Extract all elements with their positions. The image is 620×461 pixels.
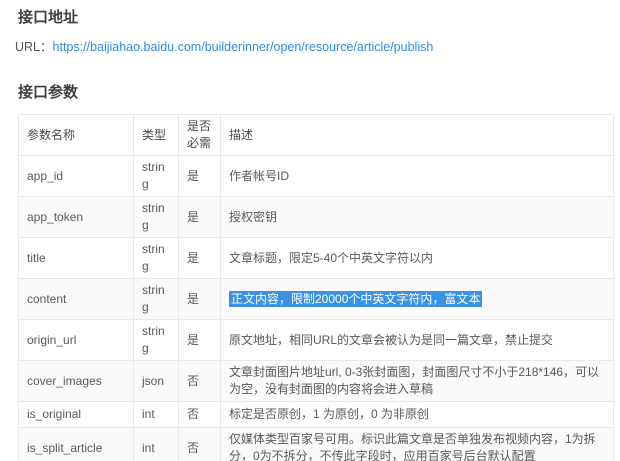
param-name: title: [19, 238, 134, 279]
api-doc-page: 接口地址 URL：https://baijiahao.baidu.com/bui…: [0, 0, 620, 461]
params-table: 参数名称 类型 是否必需 描述 app_id string 是 作者帐号ID a…: [18, 114, 614, 461]
table-row-origin-url: origin_url string 是 原文地址，相同URL的文章会被认为是同一…: [19, 320, 614, 361]
param-type: string: [134, 279, 179, 320]
col-header-type: 类型: [134, 115, 179, 156]
param-name: cover_images: [19, 361, 134, 402]
param-type: int: [134, 402, 179, 428]
table-row-cover-images: cover_images json 否 文章封面图片地址url, 0-3张封面图…: [19, 361, 614, 402]
param-required: 是: [179, 238, 221, 279]
param-required: 是: [179, 279, 221, 320]
section-title-api-params: 接口参数: [18, 83, 620, 103]
table-header-row: 参数名称 类型 是否必需 描述: [19, 115, 614, 156]
param-name: is_split_article: [19, 428, 134, 461]
selected-text: 正文内容，限制20000个中英文字符内，富文本: [229, 291, 482, 307]
param-required: 否: [179, 428, 221, 461]
table-row-content: content string 是 正文内容，限制20000个中英文字符内，富文本: [19, 279, 614, 320]
table-row-app-token: app_token string 是 授权密钥: [19, 197, 614, 238]
param-name: app_token: [19, 197, 134, 238]
param-type: json: [134, 361, 179, 402]
param-type: string: [134, 197, 179, 238]
col-header-required: 是否必需: [179, 115, 221, 156]
param-type: string: [134, 238, 179, 279]
col-header-param-name: 参数名称: [19, 115, 134, 156]
table-row-is-original: is_original int 否 标定是否原创，1 为原创，0 为非原创: [19, 402, 614, 428]
param-type: string: [134, 156, 179, 197]
param-description: 标定是否原创，1 为原创，0 为非原创: [221, 402, 614, 428]
url-line: URL：https://baijiahao.baidu.com/builderi…: [15, 39, 620, 56]
table-row-app-id: app_id string 是 作者帐号ID: [19, 156, 614, 197]
param-name: app_id: [19, 156, 134, 197]
param-required: 是: [179, 197, 221, 238]
param-type: int: [134, 428, 179, 461]
param-required: 否: [179, 361, 221, 402]
param-description: 作者帐号ID: [221, 156, 614, 197]
param-description: 文章标题，限定5-40个中英文字符以内: [221, 238, 614, 279]
param-description: 仅媒体类型百家号可用。标识此篇文章是否单独发布视频内容，1为拆分，0为不拆分，不…: [221, 428, 614, 461]
url-label: URL：: [15, 40, 53, 54]
param-description: 正文内容，限制20000个中英文字符内，富文本: [221, 279, 614, 320]
section-title-api-address: 接口地址: [18, 8, 620, 28]
param-description: 文章封面图片地址url, 0-3张封面图，封面图尺寸不小于218*146，可以为…: [221, 361, 614, 402]
param-required: 是: [179, 320, 221, 361]
col-header-description: 描述: [221, 115, 614, 156]
table-row-title: title string 是 文章标题，限定5-40个中英文字符以内: [19, 238, 614, 279]
table-row-is-split-article: is_split_article int 否 仅媒体类型百家号可用。标识此篇文章…: [19, 428, 614, 461]
param-type: string: [134, 320, 179, 361]
param-description: 原文地址，相同URL的文章会被认为是同一篇文章，禁止提交: [221, 320, 614, 361]
api-url-link[interactable]: https://baijiahao.baidu.com/builderinner…: [53, 40, 434, 54]
param-name: origin_url: [19, 320, 134, 361]
param-required: 否: [179, 402, 221, 428]
param-name: is_original: [19, 402, 134, 428]
param-required: 是: [179, 156, 221, 197]
param-name: content: [19, 279, 134, 320]
param-description: 授权密钥: [221, 197, 614, 238]
